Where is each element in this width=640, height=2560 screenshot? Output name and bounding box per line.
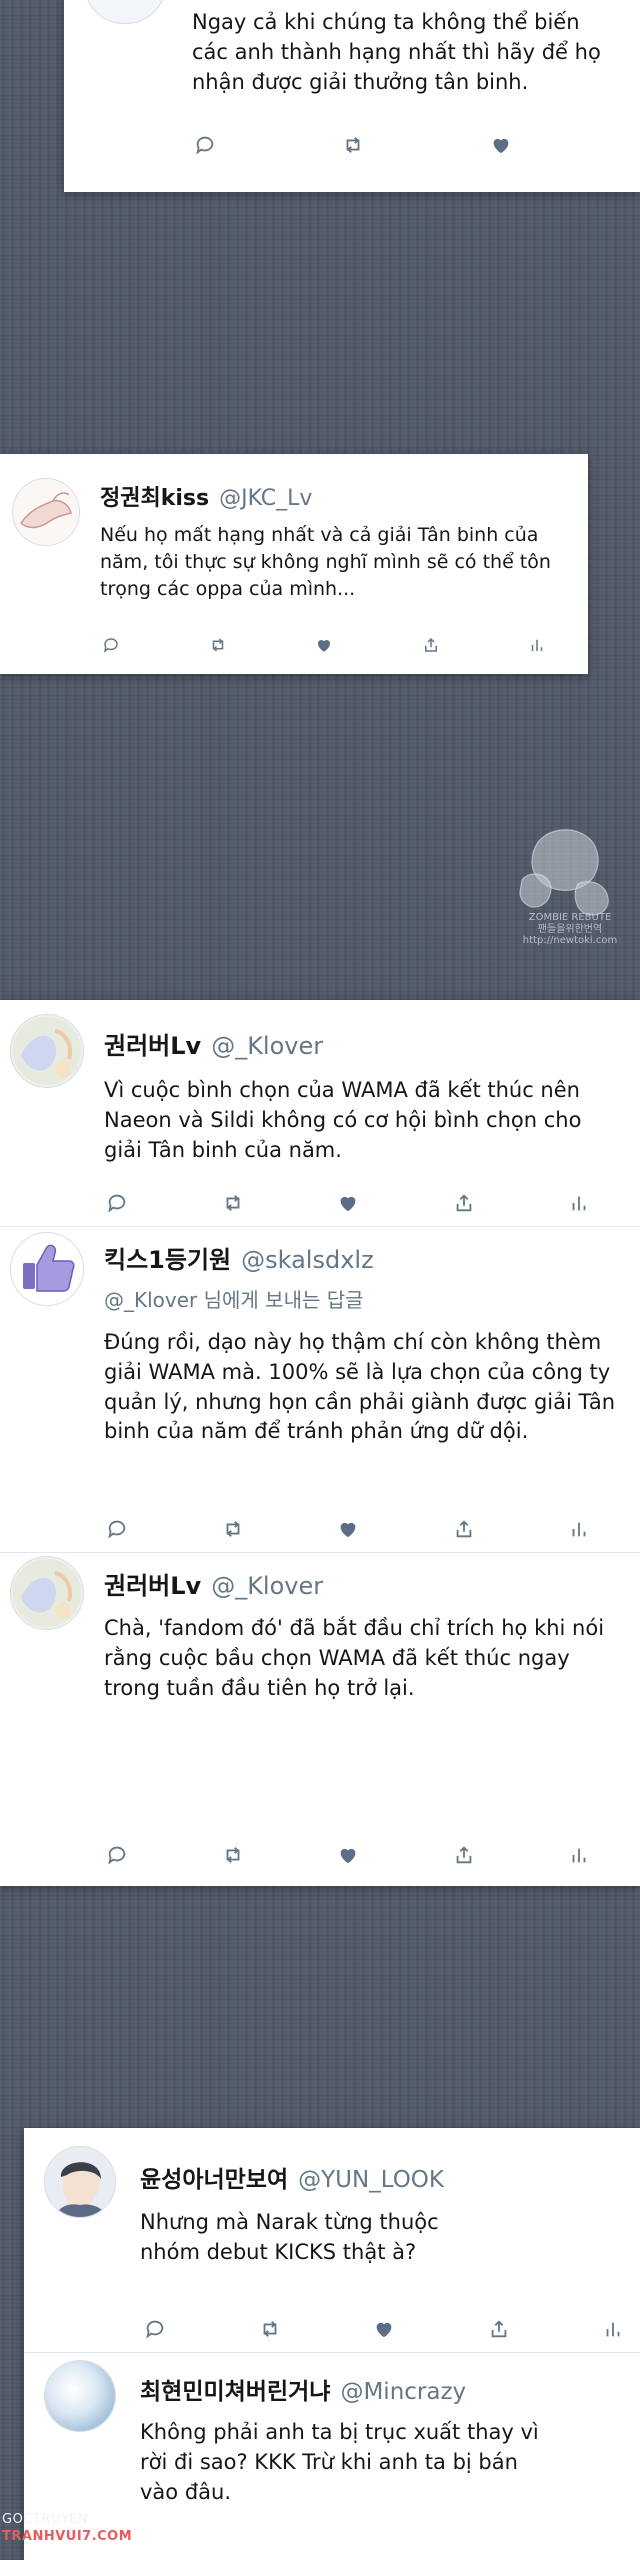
share-icon[interactable] <box>418 632 444 658</box>
tweet-text: Chà, 'fandom đó' đã bắt đầu chỉ trích họ… <box>104 1616 605 1700</box>
pastel-photo-avatar-icon <box>11 1015 83 1087</box>
tweet-header: 권러버Lv @_Klover <box>104 1026 323 1061</box>
tweet-header: 권러버Lv @_Klover <box>104 1566 323 1601</box>
reply-icon[interactable] <box>98 632 124 658</box>
retweet-icon[interactable] <box>220 1190 246 1216</box>
avatar[interactable] <box>44 2146 116 2218</box>
tweet-card-1: Ngay cả khi chúng ta không thể biến các … <box>64 0 640 192</box>
tweet-card-3: 권러버Lv @_Klover Vì cuộc bình chọn của WAMA… <box>0 1000 640 1886</box>
tweet-card-4: 윤성아너만보여 @YUN_LOOK Nhưng mà Narak từng thu… <box>24 2128 640 2560</box>
handle[interactable]: @YUN_LOOK <box>298 2167 444 2193</box>
reply-icon[interactable] <box>104 1516 130 1542</box>
display-name[interactable]: 윤성아너만보여 <box>140 2167 288 2193</box>
like-icon[interactable] <box>311 632 337 658</box>
share-icon[interactable] <box>451 1842 477 1868</box>
retweet-icon[interactable] <box>220 1842 246 1868</box>
tweet-header: 킥스1등기원 @skalsdxlz <box>104 1240 374 1275</box>
tweet-actions <box>104 1190 592 1216</box>
handle[interactable]: @skalsdxlz <box>241 1246 374 1274</box>
tweet-text: Nhưng mà Narak từng thuộc nhóm debut KIC… <box>140 2210 439 2264</box>
tweet-actions <box>192 132 640 158</box>
analytics-icon[interactable] <box>600 2316 626 2342</box>
tweet-card-2: 정권최kiss @JKC_Lv Nếu họ mất hạng nhất và c… <box>0 454 588 674</box>
person-photo-avatar-icon <box>45 2147 115 2217</box>
tweet-text: Nếu họ mất hạng nhất và cả giải Tân binh… <box>100 524 551 600</box>
avatar[interactable] <box>10 1232 84 1306</box>
avatar[interactable] <box>44 2360 116 2432</box>
tweet-divider <box>24 2352 640 2353</box>
display-name[interactable]: 권러버Lv <box>104 1032 201 1060</box>
like-icon[interactable] <box>488 132 514 158</box>
tweet-actions <box>104 1516 592 1542</box>
tweet-actions <box>142 2316 626 2342</box>
reply-icon[interactable] <box>104 1842 130 1868</box>
reply-icon[interactable] <box>142 2316 168 2342</box>
tweet-actions <box>104 1842 592 1868</box>
avatar[interactable] <box>84 0 166 24</box>
analytics-icon[interactable] <box>566 1842 592 1868</box>
tweet-actions <box>98 632 550 658</box>
tweet-text: Ngay cả khi chúng ta không thể biến các … <box>192 10 601 94</box>
retweet-icon[interactable] <box>205 632 231 658</box>
like-icon[interactable] <box>335 1190 361 1216</box>
gradient-circle-avatar-icon <box>45 2361 115 2431</box>
handle[interactable]: @Mincrazy <box>340 2379 466 2405</box>
avatar[interactable] <box>10 1014 84 1088</box>
illustration-avatar-icon <box>85 0 165 23</box>
tweet-header: 윤성아너만보여 @YUN_LOOK <box>140 2160 444 2194</box>
like-icon[interactable] <box>335 1842 361 1868</box>
display-name[interactable]: 권러버Lv <box>104 1572 201 1600</box>
tweet-divider <box>0 1226 640 1227</box>
watermark-text: ZOMBIE REBUTE 팬들을위한번역 http://newtoki.com <box>522 912 618 946</box>
thumbs-up-avatar-icon <box>11 1233 83 1305</box>
analytics-icon[interactable] <box>566 1516 592 1542</box>
tweet-divider <box>0 1552 640 1553</box>
site-credit: GOCTRUYEN TRANHVUI7.COM <box>2 2512 133 2544</box>
handle[interactable]: @_Klover <box>211 1032 323 1060</box>
display-name[interactable]: 킥스1등기원 <box>104 1246 231 1274</box>
reply-to-label[interactable]: @_Klover 님에게 보내는 답글 <box>104 1284 364 1313</box>
handle[interactable]: @_Klover <box>211 1572 323 1600</box>
analytics-icon[interactable] <box>566 1190 592 1216</box>
display-name[interactable]: 정권최kiss <box>100 486 209 511</box>
retweet-icon[interactable] <box>340 132 366 158</box>
tweet-text: Không phải anh ta bị trục xuất thay vì r… <box>140 2420 539 2504</box>
display-name[interactable]: 최현민미쳐버린거냐 <box>140 2379 330 2405</box>
like-icon[interactable] <box>335 1516 361 1542</box>
tweet-text: Đúng rồi, dạo này họ thậm chí còn không … <box>104 1330 616 1444</box>
share-icon[interactable] <box>451 1516 477 1542</box>
retweet-icon[interactable] <box>220 1516 246 1542</box>
share-icon[interactable] <box>486 2316 512 2342</box>
avatar[interactable] <box>10 1556 84 1630</box>
reply-icon[interactable] <box>104 1190 130 1216</box>
share-icon[interactable] <box>451 1190 477 1216</box>
tweet-header: 최현민미쳐버린거냐 @Mincrazy <box>140 2372 466 2406</box>
handle[interactable]: @JKC_Lv <box>219 486 312 511</box>
reply-icon[interactable] <box>192 132 218 158</box>
share-icon[interactable] <box>636 132 640 158</box>
tweet-header: 정권최kiss @JKC_Lv <box>100 480 312 512</box>
avatar[interactable] <box>12 478 80 546</box>
pastel-photo-avatar-icon <box>11 1557 83 1629</box>
like-icon[interactable] <box>371 2316 397 2342</box>
retweet-icon[interactable] <box>257 2316 283 2342</box>
hand-drawing-avatar-icon <box>13 479 79 545</box>
analytics-icon[interactable] <box>524 632 550 658</box>
tweet-text: Vì cuộc bình chọn của WAMA đã kết thúc n… <box>104 1078 582 1162</box>
